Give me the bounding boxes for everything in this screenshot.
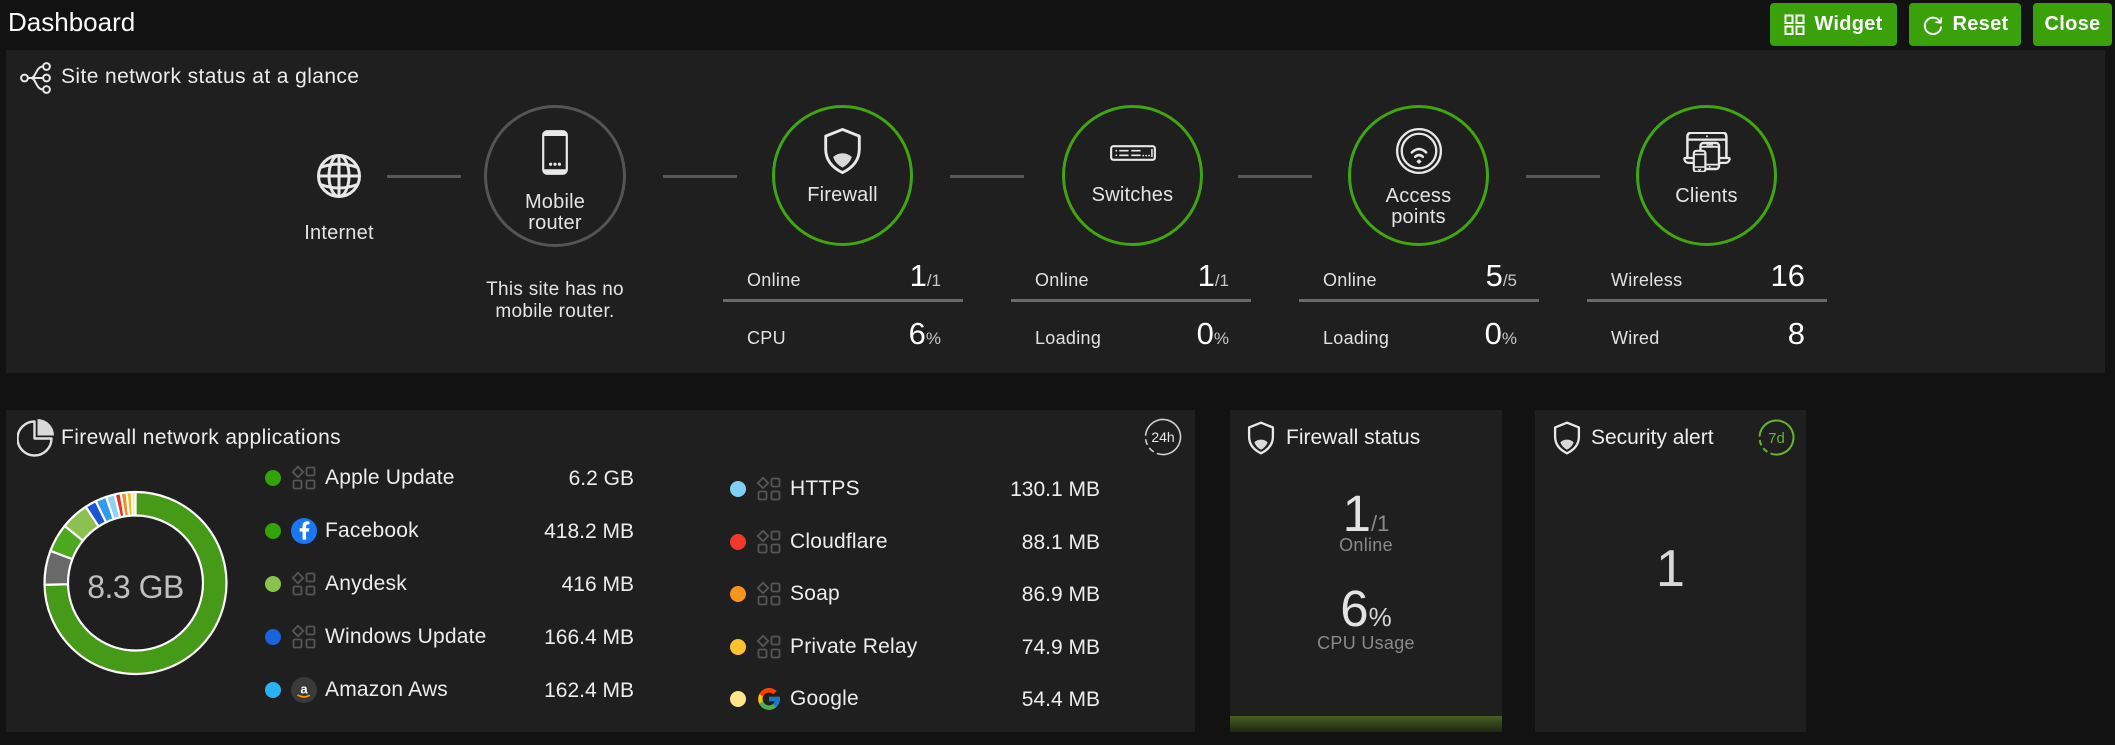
svg-text:a: a [300, 682, 308, 697]
svg-text:24h: 24h [1151, 429, 1174, 445]
svg-text:7d: 7d [1768, 430, 1785, 447]
svg-text:8.3 GB: 8.3 GB [87, 569, 184, 605]
